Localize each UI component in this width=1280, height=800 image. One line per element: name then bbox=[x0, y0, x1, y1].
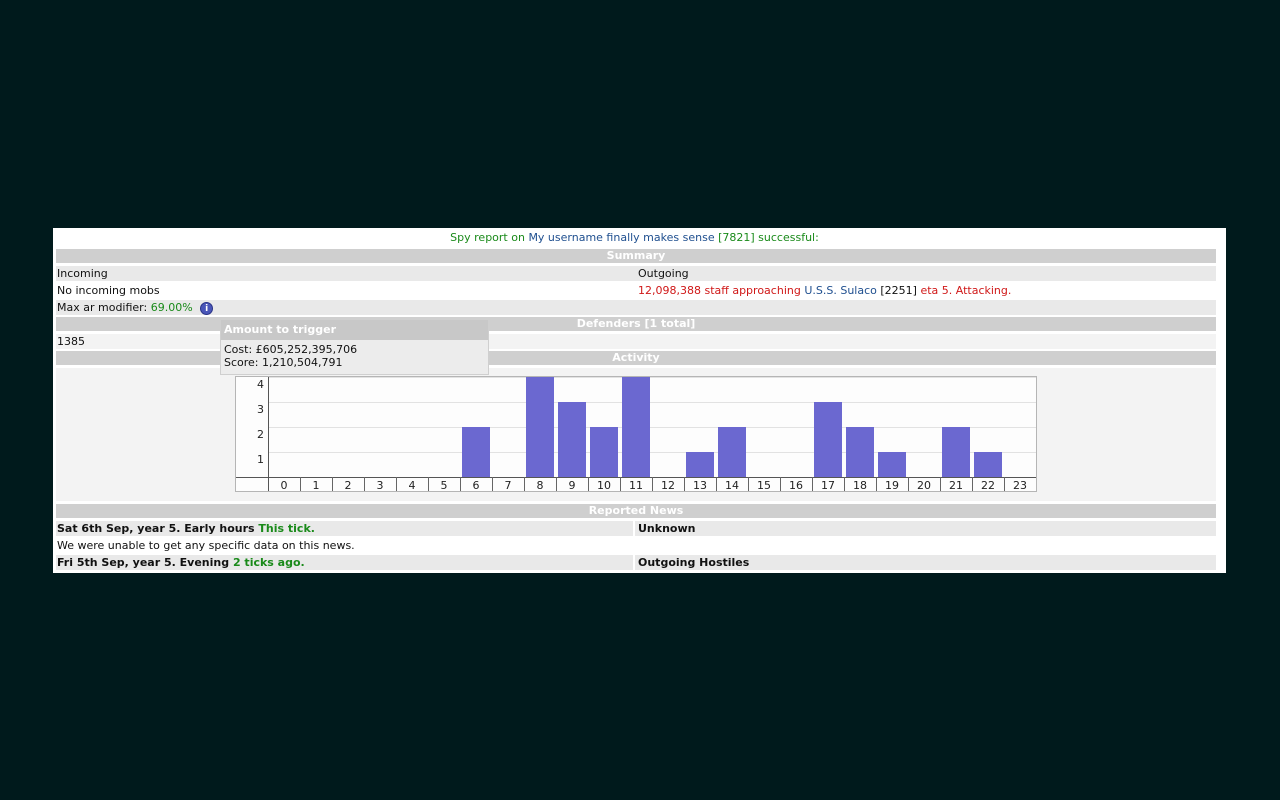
x-tick-label: 8 bbox=[537, 479, 544, 491]
news-item-1-body: We were unable to get any specific data … bbox=[57, 539, 355, 552]
report-prefix: Spy report on bbox=[450, 231, 529, 244]
news-item-1-when: This tick. bbox=[258, 522, 315, 535]
x-tick-label: 9 bbox=[569, 479, 576, 491]
x-tick-label: 15 bbox=[757, 479, 771, 491]
news-item-1-header: Sat 6th Sep, year 5. Early hours This ti… bbox=[56, 521, 1216, 536]
defenders-value: 1385 bbox=[57, 335, 85, 348]
tooltip-score: Score: 1,210,504,791 bbox=[224, 356, 343, 369]
activity-bar bbox=[558, 402, 586, 477]
info-icon[interactable]: i bbox=[200, 301, 214, 315]
activity-bar bbox=[718, 427, 746, 477]
activity-bar bbox=[942, 427, 970, 477]
activity-bar bbox=[878, 452, 906, 477]
news-header: Reported News bbox=[56, 504, 1216, 518]
max-ar-label: Max ar modifier: bbox=[57, 301, 148, 314]
incoming-value: No incoming mobs bbox=[57, 284, 160, 297]
activity-bar bbox=[686, 452, 714, 477]
outgoing-target-id: [2251] bbox=[880, 284, 917, 297]
y-tick-label: 4 bbox=[257, 378, 264, 391]
trigger-tooltip: Amount to trigger Cost: £605,252,395,706… bbox=[220, 319, 489, 375]
outgoing-amount: 12,098,388 staff approaching bbox=[638, 284, 801, 297]
news-item-2-type: Outgoing Hostiles bbox=[638, 556, 750, 569]
x-tick-label: 16 bbox=[789, 479, 803, 491]
outgoing-value: 12,098,388 staff approaching U.S.S. Sula… bbox=[637, 283, 1011, 298]
news-item-1-date: Sat 6th Sep, year 5. Early hours bbox=[57, 522, 255, 535]
news-item-1-type: Unknown bbox=[638, 522, 696, 535]
x-tick-label: 12 bbox=[661, 479, 675, 491]
target-link[interactable]: My username finally makes sense bbox=[528, 231, 714, 244]
tooltip-title: Amount to trigger bbox=[221, 320, 488, 340]
news-item-2-date: Fri 5th Sep, year 5. Evening bbox=[57, 556, 230, 569]
x-tick-label: 13 bbox=[693, 479, 707, 491]
x-tick-label: 20 bbox=[917, 479, 931, 491]
outgoing-label: Outgoing bbox=[638, 267, 689, 280]
x-tick-label: 5 bbox=[441, 479, 448, 491]
spy-report-panel: Spy report on My username finally makes … bbox=[53, 228, 1226, 573]
x-tick-label: 19 bbox=[885, 479, 899, 491]
outgoing-target-link[interactable]: U.S.S. Sulaco bbox=[804, 284, 877, 297]
tooltip-cost: Cost: £605,252,395,706 bbox=[224, 343, 358, 356]
activity-bar bbox=[846, 427, 874, 477]
summary-header: Summary bbox=[56, 249, 1216, 263]
news-item-2-date-cell: Fri 5th Sep, year 5. Evening 2 ticks ago… bbox=[56, 555, 305, 570]
y-tick-label: 1 bbox=[257, 453, 264, 466]
x-tick-label: 1 bbox=[313, 479, 320, 491]
x-tick-label: 21 bbox=[949, 479, 963, 491]
news-item-2-header: Fri 5th Sep, year 5. Evening 2 ticks ago… bbox=[56, 555, 1216, 570]
news-divider bbox=[633, 521, 635, 536]
max-ar: Max ar modifier: 69.00% i bbox=[56, 300, 214, 315]
y-tick-label: 3 bbox=[257, 403, 264, 416]
activity-bar bbox=[622, 377, 650, 477]
x-tick-label: 4 bbox=[409, 479, 416, 491]
x-tick-label: 11 bbox=[629, 479, 643, 491]
y-tick-label: 2 bbox=[257, 428, 264, 441]
x-tick-label: 10 bbox=[597, 479, 611, 491]
activity-bar bbox=[526, 377, 554, 477]
x-tick-label: 23 bbox=[1013, 479, 1027, 491]
summary-labels-row: Incoming Outgoing bbox=[56, 266, 1216, 281]
x-tick-label: 3 bbox=[377, 479, 384, 491]
x-tick-label: 0 bbox=[281, 479, 288, 491]
news-item-2-when: 2 ticks ago. bbox=[232, 556, 305, 569]
activity-bar bbox=[590, 427, 618, 477]
x-tick-label: 17 bbox=[821, 479, 835, 491]
x-tick-label: 6 bbox=[473, 479, 480, 491]
news-divider bbox=[633, 555, 635, 570]
x-tick-label: 18 bbox=[853, 479, 867, 491]
report-title: Spy report on My username finally makes … bbox=[53, 230, 1216, 245]
news-item-1-date-cell: Sat 6th Sep, year 5. Early hours This ti… bbox=[56, 521, 315, 536]
max-ar-value: 69.00% bbox=[150, 301, 193, 314]
summary-values-row: No incoming mobs 12,098,388 staff approa… bbox=[56, 283, 1216, 298]
x-tick-label: 14 bbox=[725, 479, 739, 491]
incoming-label: Incoming bbox=[57, 267, 108, 280]
activity-bar bbox=[814, 402, 842, 477]
activity-chart: 1 2 3 4 0 1 2 3 4 5 6 7 8 9 10 11 12 13 14 15 16 17 18 19 20 21 22… bbox=[235, 376, 1037, 492]
x-tick-label: 7 bbox=[505, 479, 512, 491]
news-item-1-body-row: We were unable to get any specific data … bbox=[56, 538, 1216, 553]
x-tick-label: 2 bbox=[345, 479, 352, 491]
activity-chart-svg: 12340 1 2 3 4 5 6 7 8 9 10 11 12 13 14 15 16 17 18 19 20 21 22… bbox=[236, 377, 1037, 492]
target-id: [7821] bbox=[718, 231, 755, 244]
activity-bar bbox=[974, 452, 1002, 477]
activity-bar bbox=[462, 427, 490, 477]
outgoing-status: eta 5. Attacking. bbox=[920, 284, 1012, 297]
max-ar-row: Max ar modifier: 69.00% i bbox=[56, 300, 1216, 315]
report-suffix: successful: bbox=[758, 231, 819, 244]
x-tick-label: 22 bbox=[981, 479, 995, 491]
